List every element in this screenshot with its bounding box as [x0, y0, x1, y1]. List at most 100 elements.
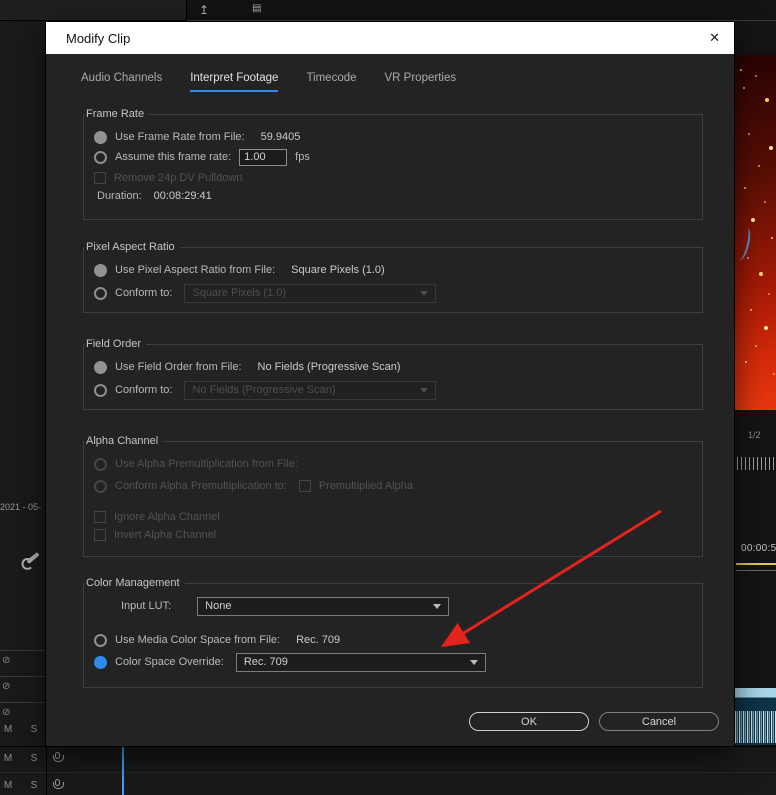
solo-button[interactable]: S [28, 780, 40, 791]
chevron-down-icon [420, 387, 429, 393]
use-field-order-radio[interactable] [94, 360, 107, 374]
conform-field-order-dropdown-value: No Fields (Progressive Scan) [192, 384, 336, 396]
audio-meter-channel-label: 1/2 [748, 430, 761, 440]
fps-unit-label: fps [295, 151, 310, 163]
track-fx-icon[interactable]: ⊘ [2, 656, 10, 666]
screen: ↥ ▤ 1/2 00:00:5 2021 - 05- ⊘ ⊘ ⊘ M S M S… [0, 0, 776, 795]
field-order-legend: Field Order [84, 338, 147, 351]
frame-rate-input[interactable] [239, 148, 288, 166]
premultiplied-alpha-checkbox [298, 480, 311, 492]
timeline-bottom-area [0, 746, 776, 795]
chevron-down-icon [433, 603, 442, 609]
use-media-color-space-label: Use Media Color Space from File: [115, 634, 281, 646]
remove-pulldown-label: Remove 24p DV Pulldown [114, 172, 243, 184]
conform-par-dropdown-value: Square Pixels (1.0) [192, 287, 287, 299]
conform-par-row: Conform to: Square Pixels (1.0) [94, 283, 692, 303]
conform-field-order-dropdown: No Fields (Progressive Scan) [184, 380, 437, 400]
left-panel [0, 21, 46, 795]
solo-button[interactable]: S [28, 753, 40, 764]
color-space-override-label: Color Space Override: [115, 656, 224, 668]
solo-button[interactable]: S [28, 724, 40, 735]
track-fx-icon[interactable]: ⊘ [2, 708, 10, 718]
conform-par-radio[interactable] [94, 286, 107, 300]
dialog-title: Modify Clip [66, 30, 131, 46]
program-monitor-preview [735, 55, 776, 410]
conform-field-order-radio[interactable] [94, 383, 107, 397]
divider [0, 746, 776, 747]
use-media-color-space-radio[interactable] [94, 633, 107, 647]
microphone-icon[interactable] [53, 752, 64, 764]
invert-alpha-checkbox [94, 529, 106, 541]
premultiplied-alpha-label: Premultiplied Alpha [318, 480, 413, 492]
alpha-channel-legend: Alpha Channel [84, 435, 164, 448]
duration-label: Duration: [97, 190, 142, 202]
use-media-color-space-row: Use Media Color Space from File: Rec. 70… [94, 630, 692, 650]
use-frame-rate-radio[interactable] [94, 130, 107, 144]
track-divider [0, 650, 46, 651]
alpha-channel-section: Alpha Channel Use Alpha Premultiplicatio… [83, 435, 703, 557]
use-alpha-premult-radio [94, 457, 107, 471]
track-fx-icon[interactable]: ⊘ [2, 682, 10, 692]
mute-button[interactable]: M [2, 753, 14, 764]
timeline-timecode: 00:00:5 [741, 543, 776, 554]
color-space-override-dropdown-value: Rec. 709 [243, 656, 288, 668]
export-frame-icon[interactable]: ↥ [199, 4, 209, 16]
tab-audio-channels[interactable]: Audio Channels [81, 72, 162, 92]
timeline-playhead[interactable] [122, 745, 124, 795]
dialog-titlebar[interactable]: Modify Clip ✕ [46, 22, 734, 54]
assume-frame-rate-radio[interactable] [94, 150, 107, 164]
assume-frame-rate-row: Assume this frame rate: fps [94, 147, 692, 167]
input-lut-label: Input LUT: [121, 600, 172, 612]
conform-par-label: Conform to: [115, 287, 173, 299]
divider [46, 746, 47, 795]
use-field-order-value: No Fields (Progressive Scan) [257, 361, 401, 373]
use-media-color-space-value: Rec. 709 [296, 634, 341, 646]
work-area-bar [736, 563, 776, 565]
clip-header [735, 688, 776, 698]
remove-pulldown-checkbox [94, 172, 106, 184]
ignore-alpha-row: Ignore Alpha Channel [94, 508, 692, 526]
pixel-aspect-ratio-legend: Pixel Aspect Ratio [84, 241, 180, 254]
ignore-alpha-label: Ignore Alpha Channel [114, 511, 220, 523]
divider [0, 772, 776, 773]
conform-field-order-label: Conform to: [115, 384, 173, 396]
timeline-audio-clip[interactable] [735, 688, 776, 745]
assume-frame-rate-label: Assume this frame rate: [115, 151, 232, 163]
use-par-radio[interactable] [94, 263, 107, 277]
chevron-down-icon [469, 659, 478, 665]
color-space-override-dropdown[interactable]: Rec. 709 [235, 652, 486, 672]
microphone-icon[interactable] [53, 779, 64, 791]
close-icon[interactable]: ✕ [709, 30, 720, 46]
use-par-row: Use Pixel Aspect Ratio from File: Square… [94, 260, 692, 280]
panel-divider [186, 0, 187, 21]
track-header-row: M S [2, 780, 40, 791]
use-par-value: Square Pixels (1.0) [291, 264, 385, 276]
color-management-section: Color Management Input LUT: None Use Med… [83, 577, 703, 688]
conform-alpha-premult-row: Conform Alpha Premultiplication to: Prem… [94, 476, 692, 496]
mute-button[interactable]: M [2, 780, 14, 791]
track-header-row: M S [2, 753, 40, 764]
color-space-override-radio[interactable] [94, 655, 107, 669]
invert-alpha-row: Invert Alpha Channel [94, 526, 692, 544]
use-alpha-premult-row: Use Alpha Premultiplication from File: [94, 454, 692, 474]
ignore-alpha-checkbox [94, 511, 106, 523]
panel-menu-icon[interactable]: ▤ [252, 4, 261, 14]
mute-button[interactable]: M [2, 724, 14, 735]
remove-pulldown-row: Remove 24p DV Pulldown [94, 169, 692, 187]
cancel-button[interactable]: Cancel [599, 712, 719, 731]
tab-vr-properties[interactable]: VR Properties [385, 72, 457, 92]
track-divider [0, 676, 46, 677]
tab-timecode[interactable]: Timecode [306, 72, 356, 92]
conform-alpha-premult-label: Conform Alpha Premultiplication to: [115, 480, 287, 492]
tab-interpret-footage[interactable]: Interpret Footage [190, 72, 279, 92]
conform-alpha-premult-radio [94, 479, 107, 493]
ok-button[interactable]: OK [469, 712, 589, 731]
track-header-row: M S [2, 724, 40, 735]
use-alpha-premult-label: Use Alpha Premultiplication from File: [115, 458, 298, 470]
field-order-section: Field Order Use Field Order from File: N… [83, 338, 703, 410]
color-space-override-row: Color Space Override: Rec. 709 [94, 652, 692, 672]
input-lut-dropdown[interactable]: None [197, 596, 450, 616]
chevron-down-icon [420, 290, 429, 296]
audio-waveform [735, 711, 776, 743]
modify-clip-dialog: Modify Clip ✕ Audio Channels Interpret F… [46, 22, 734, 746]
